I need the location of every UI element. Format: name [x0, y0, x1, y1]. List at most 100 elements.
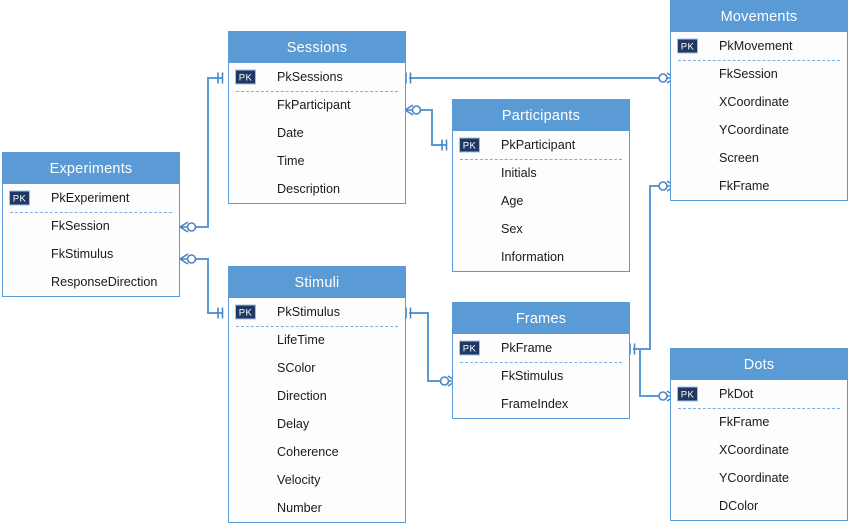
relationship-sessions-participants	[404, 104, 448, 151]
attribute-row[interactable]: YCoordinate	[671, 116, 847, 144]
pk-badge-icon: PK	[9, 190, 30, 206]
attribute-row[interactable]: SColor	[229, 354, 405, 382]
attribute-label: Sex	[501, 222, 523, 236]
entity-title-frames: Frames	[453, 303, 629, 334]
attribute-label: ResponseDirection	[51, 275, 158, 289]
attribute-label: Information	[501, 250, 564, 264]
attribute-row[interactable]: FkParticipant	[229, 91, 405, 119]
attribute-label: FkFrame	[719, 415, 770, 429]
attribute-row[interactable]: Sex	[453, 215, 629, 243]
attribute-row[interactable]: FkStimulus	[3, 240, 179, 268]
entity-title-participants: Participants	[453, 100, 629, 131]
entity-title-sessions: Sessions	[229, 32, 405, 63]
entity-experiments[interactable]: Experiments PK PkExperiment FkSession Fk…	[2, 152, 180, 297]
attribute-list-movements: PK PkMovement FkSession XCoordinate YCoo…	[671, 32, 847, 200]
attribute-row[interactable]: FkSession	[3, 212, 179, 240]
attribute-row[interactable]: Direction	[229, 382, 405, 410]
attribute-row[interactable]: YCoordinate	[671, 464, 847, 492]
attribute-label: Screen	[719, 151, 759, 165]
attribute-label: YCoordinate	[719, 123, 790, 137]
entity-title-dots: Dots	[671, 349, 847, 380]
attribute-row-pk[interactable]: PK PkDot	[671, 380, 847, 409]
pk-badge-icon: PK	[677, 386, 698, 402]
attribute-label: XCoordinate	[719, 443, 790, 457]
attribute-list-stimuli: PK PkStimulus LifeTime SColor Direction …	[229, 298, 405, 522]
attribute-row[interactable]: Time	[229, 147, 405, 175]
attribute-list-dots: PK PkDot FkFrame XCoordinate YCoordinate…	[671, 380, 847, 520]
relationship-experiments-sessions	[179, 72, 224, 233]
attribute-list-participants: PK PkParticipant Initials Age Sex Inform…	[453, 131, 629, 271]
attribute-label: FkParticipant	[277, 98, 351, 112]
attribute-row[interactable]: Coherence	[229, 438, 405, 466]
attribute-label: Date	[277, 126, 304, 140]
entity-stimuli[interactable]: Stimuli PK PkStimulus LifeTime SColor Di…	[228, 266, 406, 523]
attribute-label: Number	[277, 501, 322, 515]
attribute-label: Time	[277, 154, 305, 168]
entity-title-stimuli: Stimuli	[229, 267, 405, 298]
attribute-row[interactable]: XCoordinate	[671, 436, 847, 464]
attribute-row[interactable]: Number	[229, 494, 405, 522]
attribute-label: Coherence	[277, 445, 339, 459]
attribute-row-pk[interactable]: PK PkStimulus	[229, 298, 405, 327]
pk-badge-icon: PK	[235, 69, 256, 85]
attribute-row-pk[interactable]: PK PkFrame	[453, 334, 629, 363]
attribute-label: Age	[501, 194, 524, 208]
attribute-list-experiments: PK PkExperiment FkSession FkStimulus Res…	[3, 184, 179, 296]
relationship-frames-movements	[629, 180, 676, 355]
attribute-label: FkStimulus	[501, 369, 564, 383]
relationship-sessions-movements	[405, 72, 676, 84]
relationship-experiments-stimuli	[179, 253, 224, 319]
pk-badge-icon: PK	[459, 137, 480, 153]
attribute-row[interactable]: FkFrame	[671, 408, 847, 436]
relationship-stimuli-frames	[405, 307, 457, 387]
entity-frames[interactable]: Frames PK PkFrame FkStimulus FrameIndex	[452, 302, 630, 419]
attribute-row[interactable]: ResponseDirection	[3, 268, 179, 296]
pk-badge-icon: PK	[235, 304, 256, 320]
attribute-label: FrameIndex	[501, 397, 569, 411]
attribute-row[interactable]: Information	[453, 243, 629, 271]
attribute-row[interactable]: DColor	[671, 492, 847, 520]
attribute-label: Velocity	[277, 473, 321, 487]
entity-movements[interactable]: Movements PK PkMovement FkSession XCoord…	[670, 0, 848, 201]
attribute-label: FkStimulus	[51, 247, 114, 261]
attribute-row[interactable]: Age	[453, 187, 629, 215]
attribute-row-pk[interactable]: PK PkParticipant	[453, 131, 629, 160]
attribute-label: FkFrame	[719, 179, 770, 193]
attribute-label: LifeTime	[277, 333, 325, 347]
attribute-row[interactable]: LifeTime	[229, 326, 405, 354]
attribute-row[interactable]: Date	[229, 119, 405, 147]
attribute-row[interactable]: Velocity	[229, 466, 405, 494]
attribute-row[interactable]: FkSession	[671, 60, 847, 88]
attribute-row-pk[interactable]: PK PkSessions	[229, 63, 405, 92]
entity-participants[interactable]: Participants PK PkParticipant Initials A…	[452, 99, 630, 272]
attribute-row[interactable]: FrameIndex	[453, 390, 629, 418]
attribute-row[interactable]: FkFrame	[671, 172, 847, 200]
er-diagram-canvas: Experiments PK PkExperiment FkSession Fk…	[0, 0, 850, 531]
attribute-row[interactable]: FkStimulus	[453, 362, 629, 390]
entity-dots[interactable]: Dots PK PkDot FkFrame XCoordinate YCoord…	[670, 348, 848, 521]
attribute-row[interactable]: Description	[229, 175, 405, 203]
attribute-row-pk[interactable]: PK PkMovement	[671, 32, 847, 61]
attribute-label: Delay	[277, 417, 310, 431]
attribute-row[interactable]: Initials	[453, 159, 629, 187]
attribute-list-frames: PK PkFrame FkStimulus FrameIndex	[453, 334, 629, 418]
attribute-label: FkSession	[719, 67, 778, 81]
attribute-label: Direction	[277, 389, 327, 403]
attribute-label: XCoordinate	[719, 95, 790, 109]
attribute-label: SColor	[277, 361, 316, 375]
entity-title-experiments: Experiments	[3, 153, 179, 184]
entity-title-movements: Movements	[671, 1, 847, 32]
entity-sessions[interactable]: Sessions PK PkSessions FkParticipant Dat…	[228, 31, 406, 204]
attribute-label: DColor	[719, 499, 759, 513]
attribute-label: YCoordinate	[719, 471, 790, 485]
pk-badge-icon: PK	[459, 340, 480, 356]
pk-badge-icon: PK	[677, 38, 698, 54]
attribute-row[interactable]: Delay	[229, 410, 405, 438]
attribute-label: Initials	[501, 166, 537, 180]
attribute-list-sessions: PK PkSessions FkParticipant Date Time De…	[229, 63, 405, 203]
attribute-row[interactable]: Screen	[671, 144, 847, 172]
attribute-row-pk[interactable]: PK PkExperiment	[3, 184, 179, 213]
attribute-row[interactable]: XCoordinate	[671, 88, 847, 116]
attribute-label: Description	[277, 182, 340, 196]
attribute-label: FkSession	[51, 219, 110, 233]
